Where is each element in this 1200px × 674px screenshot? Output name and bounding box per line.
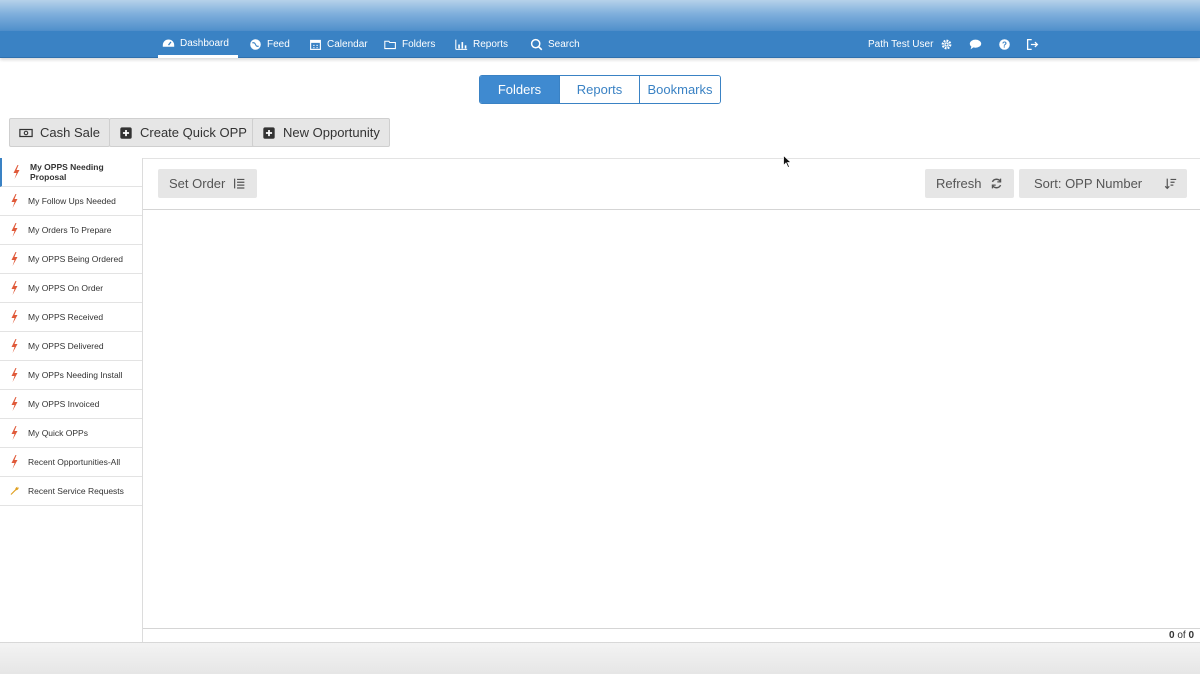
sidebar-item-label: My OPPs Needing Install bbox=[28, 370, 123, 380]
sidebar-item-received[interactable]: My OPPS Received bbox=[0, 303, 142, 332]
sidebar-item-label: My OPPS On Order bbox=[28, 283, 104, 293]
pager-to: 0 bbox=[1188, 630, 1194, 641]
svg-text:?: ? bbox=[1002, 40, 1007, 49]
nav-feed-label: Feed bbox=[267, 39, 290, 50]
toolbar-divider bbox=[143, 209, 1200, 210]
cash-sale-button[interactable]: Cash Sale bbox=[9, 118, 110, 147]
refresh-icon bbox=[991, 178, 1001, 189]
lightning-icon bbox=[11, 368, 18, 382]
pager-from: 0 bbox=[1168, 630, 1175, 641]
pagination-status: 0 of 0 bbox=[1169, 630, 1194, 641]
refresh-label: Refresh bbox=[936, 176, 982, 191]
sidebar-item-label: My OPPS Invoiced bbox=[28, 399, 100, 409]
lightning-icon bbox=[11, 339, 18, 353]
wrench-icon bbox=[10, 486, 19, 495]
sidebar-item-label: My Follow Ups Needed bbox=[28, 196, 116, 206]
sort-label: Sort: OPP Number bbox=[1034, 176, 1143, 191]
view-segmented-control: Folders Reports Bookmarks bbox=[479, 75, 721, 104]
sidebar-item-label: Recent Opportunities-All bbox=[28, 457, 121, 467]
user-name[interactable]: Path Test User bbox=[868, 31, 933, 58]
nav-search[interactable]: Search bbox=[526, 31, 584, 58]
search-icon bbox=[530, 38, 543, 51]
new-opportunity-button[interactable]: New Opportunity bbox=[252, 118, 390, 147]
lightning-icon bbox=[11, 426, 18, 440]
nav-dashboard[interactable]: Dashboard bbox=[158, 31, 238, 58]
pager-of: of bbox=[1177, 630, 1186, 641]
tachometer-icon bbox=[162, 38, 175, 47]
sidebar-item-recent-opportunities[interactable]: Recent Opportunities-All bbox=[0, 448, 142, 477]
set-order-label: Set Order bbox=[169, 176, 226, 191]
content-divider bbox=[0, 158, 1200, 159]
globe-icon bbox=[250, 39, 261, 50]
nav-search-label: Search bbox=[548, 39, 580, 50]
set-order-button[interactable]: Set Order bbox=[158, 169, 258, 198]
nav-dashboard-label: Dashboard bbox=[180, 37, 229, 49]
sidebar-item-follow-ups[interactable]: My Follow Ups Needed bbox=[0, 187, 142, 216]
sidebar-item-label: My Orders To Prepare bbox=[28, 225, 112, 235]
mouse-cursor-icon bbox=[783, 155, 792, 168]
create-quick-opp-button[interactable]: Create Quick OPP bbox=[109, 118, 257, 147]
sidebar-item-orders-to-prepare[interactable]: My Orders To Prepare bbox=[0, 216, 142, 245]
plus-square-icon bbox=[120, 126, 132, 139]
nav-folders[interactable]: Folders bbox=[380, 31, 439, 58]
sidebar-item-label: My OPPS Needing Proposal bbox=[30, 162, 104, 182]
sidebar-item-quick-opps[interactable]: My Quick OPPs bbox=[0, 419, 142, 448]
segment-folders[interactable]: Folders bbox=[480, 76, 560, 103]
lightning-icon bbox=[11, 281, 18, 295]
nav-calendar-label: Calendar bbox=[327, 39, 368, 50]
sidebar-item-being-ordered[interactable]: My OPPS Being Ordered bbox=[0, 245, 142, 274]
top-navbar: Dashboard Feed Calendar Folders Reports … bbox=[0, 31, 1200, 58]
sidebar-item-label: My OPPS Being Ordered bbox=[28, 254, 123, 264]
sort-selector[interactable]: Sort: OPP Number bbox=[1019, 169, 1158, 198]
sidebar-item-needing-install[interactable]: My OPPs Needing Install bbox=[0, 361, 142, 390]
lightning-icon bbox=[13, 165, 20, 179]
ordered-list-icon bbox=[234, 178, 245, 189]
sidebar-item-invoiced[interactable]: My OPPS Invoiced bbox=[0, 390, 142, 419]
bar-chart-icon bbox=[455, 39, 468, 50]
cash-sale-label: Cash Sale bbox=[40, 125, 100, 140]
sign-out-icon[interactable] bbox=[1026, 38, 1039, 51]
lightning-icon bbox=[11, 252, 18, 266]
top-banner bbox=[0, 0, 1200, 31]
sidebar-item-label: My OPPS Received bbox=[28, 312, 104, 322]
calendar-icon bbox=[310, 39, 321, 50]
nav-folders-label: Folders bbox=[402, 39, 436, 50]
sort-amount-icon bbox=[1164, 178, 1177, 190]
refresh-button[interactable]: Refresh bbox=[925, 169, 1014, 198]
segment-reports[interactable]: Reports bbox=[560, 76, 640, 103]
sidebar-item-delivered[interactable]: My OPPS Delivered bbox=[0, 332, 142, 361]
lightning-icon bbox=[11, 397, 18, 411]
plus-square-icon bbox=[263, 126, 275, 139]
sidebar-item-recent-service-requests[interactable]: Recent Service Requests bbox=[0, 477, 142, 506]
sort-direction-button[interactable] bbox=[1154, 169, 1187, 198]
nav-reports[interactable]: Reports bbox=[451, 31, 512, 58]
nav-feed[interactable]: Feed bbox=[245, 31, 294, 58]
lightning-icon bbox=[11, 455, 18, 469]
sidebar-item-label: Recent Service Requests bbox=[28, 486, 124, 496]
lightning-icon bbox=[11, 310, 18, 324]
gear-icon[interactable] bbox=[940, 38, 953, 51]
nav-reports-label: Reports bbox=[473, 39, 509, 50]
new-opportunity-label: New Opportunity bbox=[283, 125, 380, 140]
sidebar-item-label: My Quick OPPs bbox=[28, 428, 88, 438]
bottom-bar bbox=[0, 642, 1200, 674]
help-icon[interactable]: ? bbox=[998, 38, 1011, 51]
segment-bookmarks[interactable]: Bookmarks bbox=[640, 76, 720, 103]
money-icon bbox=[19, 128, 33, 137]
sidebar-item-label: My OPPS Delivered bbox=[28, 341, 104, 351]
lightning-icon bbox=[11, 223, 18, 237]
folder-sidebar: My OPPS Needing Proposal My Follow Ups N… bbox=[0, 158, 143, 642]
folder-open-icon bbox=[384, 40, 396, 50]
chat-icon[interactable] bbox=[969, 38, 982, 51]
nav-calendar[interactable]: Calendar bbox=[305, 31, 372, 58]
sidebar-item-needing-proposal[interactable]: My OPPS Needing Proposal bbox=[0, 158, 142, 187]
create-quick-opp-label: Create Quick OPP bbox=[140, 125, 247, 140]
lightning-icon bbox=[11, 194, 18, 208]
footer-divider bbox=[143, 628, 1200, 629]
sidebar-item-on-order[interactable]: My OPPS On Order bbox=[0, 274, 142, 303]
